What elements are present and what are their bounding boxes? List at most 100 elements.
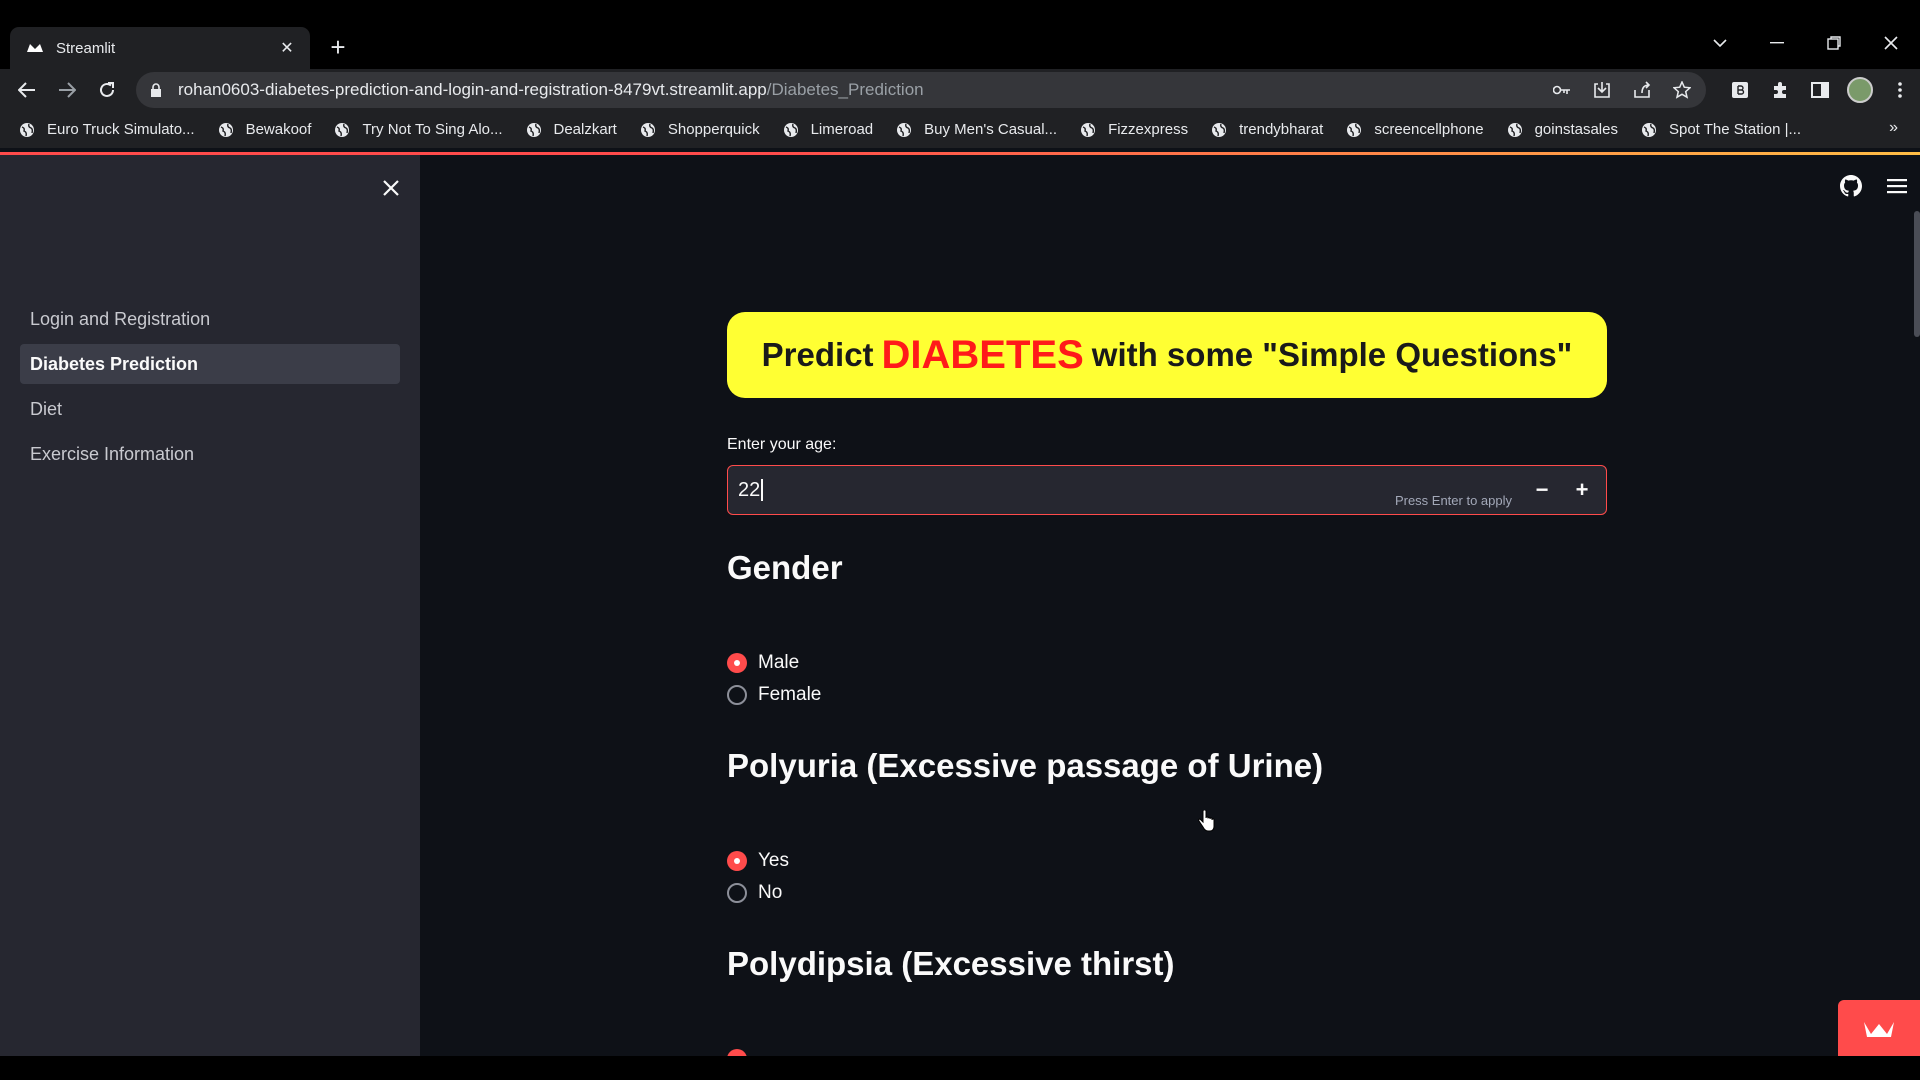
bookmark-label: Dealzkart (553, 121, 617, 138)
bookmark-star-icon[interactable] (1672, 80, 1692, 100)
hero-text-pre: Predict (761, 336, 874, 373)
globe-icon (1345, 121, 1363, 139)
polyuria-heading: Polyuria (Excessive passage of Urine) (727, 747, 1324, 784)
bookmark-item[interactable]: Bewakoof (217, 121, 312, 139)
more-bookmarks-icon[interactable]: » (1889, 119, 1898, 137)
browser-toolbar: rohan0603-diabetes-prediction-and-login-… (0, 69, 1920, 111)
press-enter-hint: Press Enter to apply (1394, 493, 1512, 508)
radio-yes[interactable]: Yes (727, 845, 1607, 877)
bookmark-label: Limeroad (810, 121, 874, 138)
install-app-icon[interactable] (1592, 80, 1612, 100)
radio-male[interactable]: Male (727, 647, 1607, 679)
globe-icon (1210, 121, 1228, 139)
globe-icon (18, 121, 36, 139)
tab-strip: Streamlit ✕ + (0, 0, 1920, 69)
browser-window: Streamlit ✕ + rohan0603-diabetes-predict… (0, 0, 1920, 1080)
bookmark-label: Shopperquick (667, 121, 760, 138)
close-tab-icon[interactable]: ✕ (276, 37, 298, 59)
profile-avatar[interactable] (1840, 69, 1880, 111)
tab-search-icon[interactable] (1703, 26, 1737, 60)
address-bar[interactable]: rohan0603-diabetes-prediction-and-login-… (136, 72, 1706, 108)
bookmark-item[interactable]: Buy Men's Casual... (895, 121, 1057, 139)
radio-unselected-icon (727, 883, 747, 903)
restore-icon[interactable] (1817, 26, 1851, 60)
side-panel-icon[interactable] (1800, 69, 1840, 111)
polydipsia-heading: Polydipsia (Excessive thirst) (727, 945, 1175, 982)
main-content: Predict DIABETES with some "Simple Quest… (420, 155, 1920, 1056)
age-number-input[interactable]: 22 Press Enter to apply − + (727, 465, 1607, 515)
age-label: Enter your age: (727, 436, 837, 453)
close-window-icon[interactable] (1874, 26, 1908, 60)
radio-label: Male (758, 652, 800, 673)
github-icon[interactable] (1828, 175, 1874, 197)
extension-b-icon[interactable] (1720, 69, 1760, 111)
close-sidebar-icon[interactable] (378, 175, 404, 201)
bookmark-item[interactable]: Dealzkart (525, 121, 617, 139)
radio-female[interactable]: Female (727, 679, 1607, 711)
extensions-puzzle-icon[interactable] (1760, 69, 1800, 111)
bookmark-label: Euro Truck Simulato... (47, 121, 195, 138)
sidebar-item-diabetes-prediction[interactable]: Diabetes Prediction (20, 344, 400, 384)
gender-heading: Gender (727, 549, 843, 586)
bookmark-item[interactable]: goinstasales (1506, 121, 1618, 139)
form-container: Predict DIABETES with some "Simple Quest… (727, 312, 1607, 1056)
tab-title: Streamlit (56, 39, 116, 57)
globe-icon (217, 121, 235, 139)
bookmark-item[interactable]: Spot The Station |... (1640, 121, 1801, 139)
bookmark-item[interactable]: Euro Truck Simulato... (18, 121, 195, 139)
bookmarks-bar: Euro Truck Simulato... Bewakoof Try Not To… (0, 111, 1920, 148)
radio-label: Yes (758, 850, 789, 871)
streamlit-crown-badge[interactable] (1838, 1000, 1920, 1056)
bookmark-label: Buy Men's Casual... (924, 121, 1058, 138)
minimize-icon[interactable] (1760, 26, 1794, 60)
url-path: /Diabetes_Prediction (766, 80, 924, 99)
radio-label: Female (758, 684, 822, 705)
hand-cursor-icon (1197, 809, 1215, 838)
bookmark-label: Bewakoof (245, 121, 312, 138)
radio-label: No (758, 882, 783, 903)
radio-selected-icon (727, 653, 747, 673)
globe-icon (525, 121, 543, 139)
polyuria-radio-group: Yes No (727, 845, 1607, 909)
back-arrow-icon[interactable] (13, 76, 41, 104)
key-icon[interactable] (1552, 80, 1572, 100)
age-input-value[interactable]: 22 (728, 479, 760, 502)
share-icon[interactable] (1632, 80, 1652, 100)
bookmark-label: Try Not To Sing Alo... (362, 121, 503, 138)
reload-icon[interactable] (93, 76, 121, 104)
radio-option[interactable] (727, 1043, 1607, 1056)
hamburger-menu-icon[interactable] (1874, 178, 1920, 194)
bookmark-label: Spot The Station |... (1668, 121, 1802, 138)
globe-icon (1079, 121, 1097, 139)
sidebar-item-exercise-information[interactable]: Exercise Information (20, 434, 400, 474)
bookmark-item[interactable]: Limeroad (782, 121, 874, 139)
page-scrollbar[interactable] (1914, 211, 1920, 337)
radio-selected-icon (727, 851, 747, 871)
hero-banner: Predict DIABETES with some "Simple Quest… (727, 312, 1607, 398)
radio-unselected-icon (727, 685, 747, 705)
increment-button[interactable]: + (1562, 466, 1602, 514)
bookmark-label: goinstasales (1534, 121, 1618, 138)
sidebar-item-login-and-registration[interactable]: Login and Registration (20, 299, 400, 339)
gender-radio-group: Male Female (727, 647, 1607, 711)
url-text[interactable]: rohan0603-diabetes-prediction-and-login-… (178, 80, 924, 100)
kebab-menu-icon[interactable] (1880, 69, 1920, 111)
hero-highlight: DIABETES (881, 332, 1084, 377)
bookmark-item[interactable]: trendybharat (1210, 121, 1323, 139)
polydipsia-radio-group (727, 1043, 1607, 1056)
new-tab-button[interactable]: + (324, 32, 352, 62)
sidebar-item-diet[interactable]: Diet (20, 389, 400, 429)
radio-no[interactable]: No (727, 877, 1607, 909)
forward-arrow-icon[interactable] (53, 76, 81, 104)
url-host: rohan0603-diabetes-prediction-and-login-… (178, 80, 767, 99)
decrement-button[interactable]: − (1522, 466, 1562, 514)
bookmark-item[interactable]: screencellphone (1345, 121, 1484, 139)
lock-icon[interactable] (150, 82, 166, 98)
bookmark-label: screencellphone (1374, 121, 1484, 138)
taskbar-strip (0, 1056, 1920, 1080)
bookmark-item[interactable]: Fizzexpress (1079, 121, 1188, 139)
globe-icon (782, 121, 800, 139)
browser-tab[interactable]: Streamlit ✕ (10, 27, 310, 69)
bookmark-item[interactable]: Try Not To Sing Alo... (333, 121, 503, 139)
bookmark-item[interactable]: Shopperquick (639, 121, 760, 139)
